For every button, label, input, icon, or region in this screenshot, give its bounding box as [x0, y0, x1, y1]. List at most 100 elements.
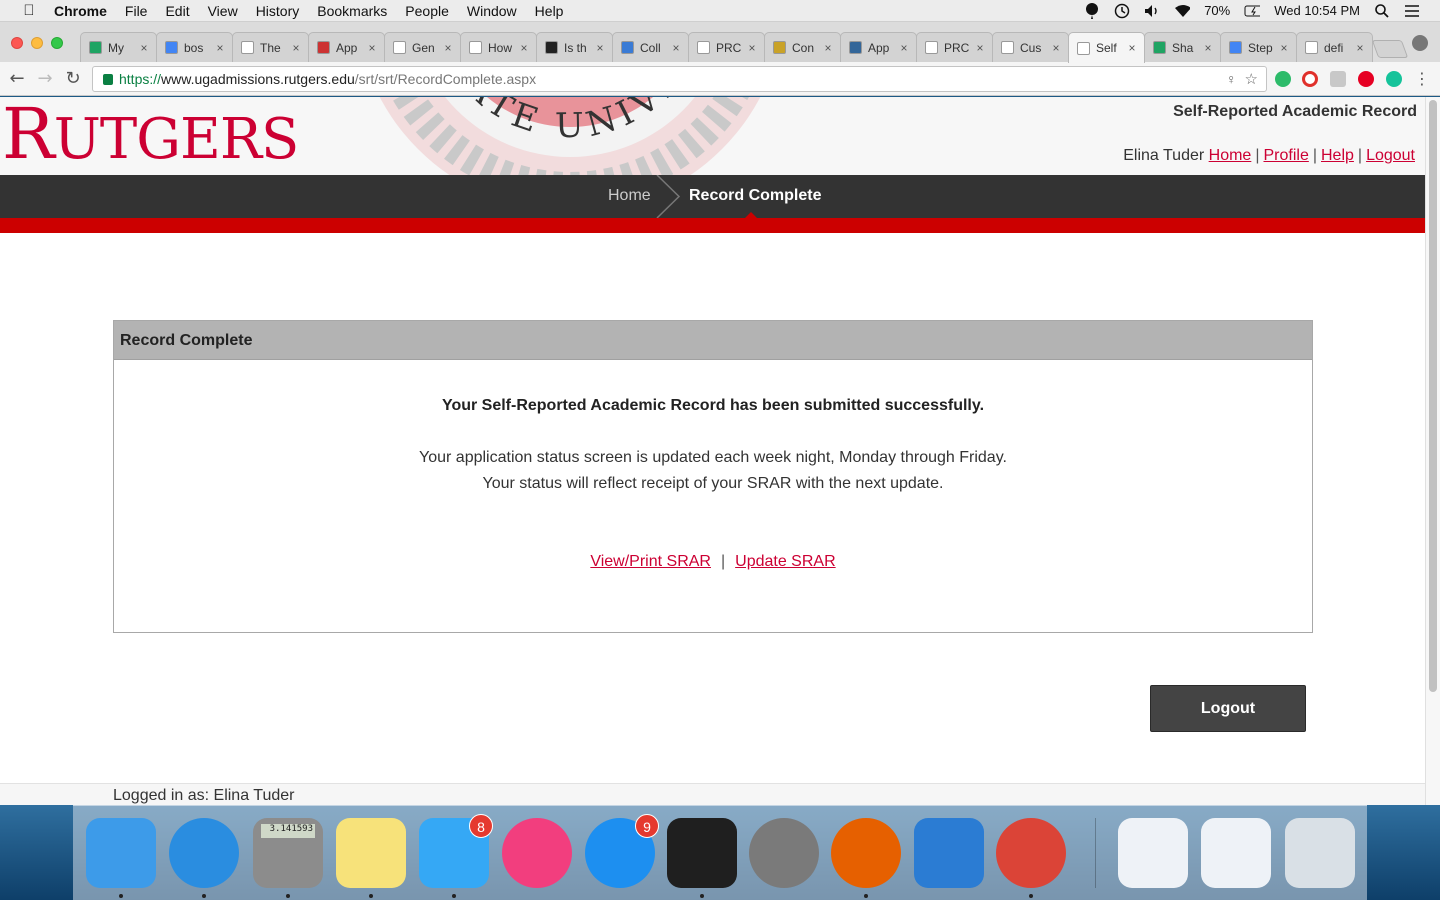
new-tab-button[interactable] — [1371, 40, 1409, 58]
tab-close-icon[interactable]: × — [1049, 41, 1063, 55]
trash-icon[interactable] — [1285, 818, 1355, 888]
menu-view[interactable]: View — [208, 3, 238, 19]
finder-icon[interactable] — [86, 818, 156, 888]
browser-tab[interactable]: The × — [232, 32, 309, 62]
logout-button[interactable]: Logout — [1150, 685, 1306, 732]
docs-icon — [1229, 41, 1242, 54]
firefox-icon[interactable] — [831, 818, 901, 888]
browser-tab[interactable]: Coll × — [612, 32, 689, 62]
volume-icon[interactable] — [1144, 3, 1160, 19]
home-link[interactable]: Home — [1209, 147, 1252, 164]
tab-close-icon[interactable]: × — [1201, 41, 1215, 55]
browser-tab[interactable]: Cus × — [992, 32, 1069, 62]
update-srar-link[interactable]: Update SRAR — [735, 553, 836, 570]
profile-icon[interactable] — [1412, 35, 1428, 51]
browser-tab[interactable]: Sha × — [1144, 32, 1221, 62]
browser-tab[interactable]: defi × — [1296, 32, 1373, 62]
breadcrumb-home[interactable]: Home — [608, 187, 651, 205]
spotlight-icon[interactable] — [1374, 3, 1390, 19]
browser-tab[interactable]: My × — [80, 32, 157, 62]
balloon-icon[interactable] — [1084, 2, 1100, 19]
battery-icon[interactable] — [1244, 3, 1261, 19]
tab-close-icon[interactable]: × — [669, 41, 683, 55]
menu-window[interactable]: Window — [467, 3, 517, 19]
key-icon[interactable]: ♀ — [1226, 71, 1237, 87]
reload-icon[interactable]: ↻ — [62, 68, 84, 90]
menu-bookmarks[interactable]: Bookmarks — [317, 3, 387, 19]
wifi-icon[interactable] — [1174, 3, 1191, 19]
address-bar[interactable]: https://www.ugadmissions.rutgers.edu/srt… — [92, 66, 1267, 92]
safari-icon[interactable] — [169, 818, 239, 888]
tab-close-icon[interactable]: × — [289, 41, 303, 55]
grammarly-icon[interactable] — [1386, 71, 1402, 87]
calculator-icon[interactable]: 3.141593 — [253, 818, 323, 888]
tab-close-icon[interactable]: × — [365, 41, 379, 55]
tab-close-icon[interactable]: × — [1277, 41, 1291, 55]
page-icon — [1077, 41, 1090, 55]
tab-close-icon[interactable]: × — [821, 41, 835, 55]
tab-close-icon[interactable]: × — [897, 41, 911, 55]
browser-tab[interactable]: Is th × — [536, 32, 613, 62]
menubar-clock[interactable]: Wed 10:54 PM — [1274, 3, 1360, 18]
rutgers-logo[interactable]: RUTGERS — [2, 97, 299, 175]
google-icon — [1305, 41, 1318, 54]
record-complete-panel: Record Complete Your Self-Reported Acade… — [113, 320, 1313, 633]
browser-tab[interactable]: How × — [460, 32, 537, 62]
activity-monitor-icon[interactable] — [667, 818, 737, 888]
back-icon[interactable]: ← — [6, 68, 28, 90]
itunes-icon[interactable] — [502, 818, 572, 888]
word-document-2-icon[interactable] — [1201, 818, 1271, 888]
close-window-icon[interactable] — [11, 37, 23, 49]
extension-gray-icon[interactable] — [1330, 71, 1346, 87]
tab-close-icon[interactable]: × — [137, 41, 151, 55]
pinterest-icon[interactable] — [1358, 71, 1374, 87]
menu-file[interactable]: File — [125, 3, 148, 19]
browser-tab[interactable]: Self × — [1068, 32, 1145, 63]
apple-menu-icon[interactable]:  — [18, 2, 40, 19]
time-machine-icon[interactable] — [1114, 3, 1130, 19]
system-preferences-icon[interactable] — [749, 818, 819, 888]
menu-people[interactable]: People — [405, 3, 449, 19]
help-link[interactable]: Help — [1321, 147, 1354, 164]
browser-tab[interactable]: Step × — [1220, 32, 1297, 62]
notes-icon[interactable] — [336, 818, 406, 888]
menu-history[interactable]: History — [256, 3, 300, 19]
opera-extension-icon[interactable] — [1302, 71, 1318, 87]
forward-icon[interactable]: → — [34, 68, 56, 90]
messages-icon[interactable]: 8 — [419, 814, 493, 888]
view-print-srar-link[interactable]: View/Print SRAR — [590, 553, 711, 570]
bookmark-star-icon[interactable]: ☆ — [1245, 70, 1258, 88]
scrollbar-thumb[interactable] — [1429, 100, 1437, 692]
word-document-1-icon[interactable] — [1118, 818, 1188, 888]
tab-close-icon[interactable]: × — [517, 41, 531, 55]
minimize-window-icon[interactable] — [31, 37, 43, 49]
tab-close-icon[interactable]: × — [1125, 41, 1139, 55]
browser-tab[interactable]: Gen × — [384, 32, 461, 62]
zoom-window-icon[interactable] — [51, 37, 63, 49]
docs-icon — [165, 41, 178, 54]
menu-app-name[interactable]: Chrome — [54, 3, 107, 19]
tab-close-icon[interactable]: × — [973, 41, 987, 55]
chrome-icon[interactable] — [996, 818, 1066, 888]
vertical-scrollbar[interactable] — [1425, 97, 1440, 805]
menu-help[interactable]: Help — [535, 3, 564, 19]
tab-close-icon[interactable]: × — [213, 41, 227, 55]
browser-tab[interactable]: Con × — [764, 32, 841, 62]
browser-tab[interactable]: App × — [308, 32, 385, 62]
logout-link[interactable]: Logout — [1366, 147, 1415, 164]
browser-tab[interactable]: bos × — [156, 32, 233, 62]
browser-tab[interactable]: PRC × — [688, 32, 765, 62]
app-store-icon[interactable]: 9 — [585, 814, 659, 888]
browser-tab[interactable]: PRC × — [916, 32, 993, 62]
tab-close-icon[interactable]: × — [745, 41, 759, 55]
profile-link[interactable]: Profile — [1263, 147, 1308, 164]
tab-close-icon[interactable]: × — [1353, 41, 1367, 55]
extension-green-icon[interactable] — [1275, 71, 1291, 87]
browser-tab[interactable]: App × — [840, 32, 917, 62]
chrome-menu-icon[interactable]: ⋮ — [1411, 68, 1433, 90]
notification-center-icon[interactable] — [1404, 3, 1420, 19]
word-icon[interactable] — [914, 818, 984, 888]
menu-edit[interactable]: Edit — [165, 3, 189, 19]
tab-close-icon[interactable]: × — [441, 41, 455, 55]
tab-close-icon[interactable]: × — [593, 41, 607, 55]
